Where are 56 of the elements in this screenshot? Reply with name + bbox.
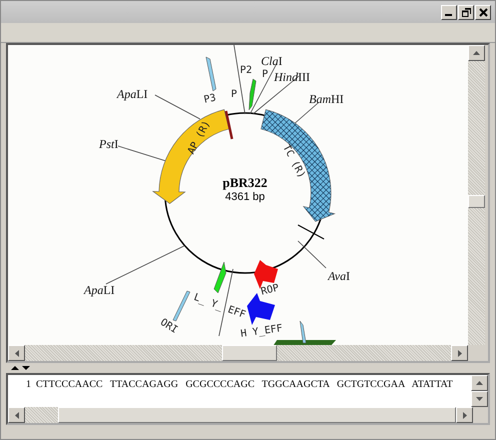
feature-label: P2 <box>240 65 252 76</box>
restriction-site-label: BamHI <box>309 92 344 107</box>
block-arrow[interactable] <box>247 293 275 325</box>
left-arrow-icon <box>14 350 18 356</box>
up-arrow-icon <box>476 381 483 385</box>
feature-label: TC (R) <box>280 143 307 180</box>
plasmid-name: pBR322 <box>222 175 268 191</box>
minimize-button[interactable] <box>441 4 457 20</box>
scroll-up-button[interactable] <box>468 45 485 61</box>
scroll-thumb[interactable] <box>222 345 277 361</box>
site-tick <box>298 224 324 240</box>
right-arrow-icon <box>458 350 462 356</box>
vertical-scrollbar[interactable] <box>468 45 485 345</box>
scroll-thumb[interactable] <box>468 195 485 208</box>
restore-button[interactable] <box>458 4 474 20</box>
close-button[interactable] <box>475 4 491 20</box>
restriction-site-label: ApaLI <box>117 87 148 102</box>
restriction-site-label: HindIII <box>274 70 310 85</box>
restriction-site-label: AvaI <box>328 269 350 284</box>
feature-type-label: P <box>262 69 268 80</box>
scroll-right-button[interactable] <box>451 345 468 361</box>
feature-label: L_ Y_ EFF <box>192 292 247 321</box>
restriction-site-label: ApaLI <box>84 283 115 298</box>
block-arrow[interactable] <box>271 340 336 345</box>
down-arrow-icon <box>476 397 483 401</box>
scroll-down-button[interactable] <box>471 391 488 407</box>
close-icon <box>478 8 488 16</box>
up-arrow-icon <box>473 51 480 55</box>
scroll-left-button[interactable] <box>8 345 25 361</box>
restore-icon <box>462 8 470 16</box>
restriction-site-label: PstI <box>99 137 118 152</box>
vertical-scrollbar[interactable] <box>471 375 488 407</box>
scroll-right-button[interactable] <box>456 407 473 423</box>
scroll-up-button[interactable] <box>471 375 488 391</box>
horizontal-scrollbar[interactable] <box>8 345 468 361</box>
left-arrow-icon <box>14 412 18 418</box>
feature-label: ROP <box>260 282 280 298</box>
scroll-left-button[interactable] <box>8 407 25 423</box>
feature-label: ORI <box>158 317 180 336</box>
restriction-site-label: ClaI <box>261 54 282 69</box>
feature-label: AP (R) <box>186 119 213 156</box>
feature-arrow[interactable] <box>300 320 306 344</box>
leader-line <box>118 146 166 162</box>
leader-line <box>154 94 200 120</box>
feature-type-label: P <box>231 89 238 100</box>
dna-sequence: CTTCCCAACC TTACCAGAGG GCGCCCCAGC TGGCAAGCTA GCTGTCCGAA ATATTAT <box>36 379 453 392</box>
right-arrow-icon <box>462 412 466 418</box>
feature-arrow[interactable] <box>248 78 256 110</box>
feature-arrow[interactable] <box>214 262 226 294</box>
promoter-mark[interactable] <box>224 110 234 140</box>
leader-line <box>298 240 326 268</box>
plasmid-length: 4361 bp <box>225 191 265 203</box>
line-number: 1 <box>26 379 31 392</box>
feature-label: H Y_EFF <box>240 323 284 340</box>
splitter-arrows-icon[interactable] <box>11 365 31 371</box>
feature-label: P3 <box>203 92 218 106</box>
